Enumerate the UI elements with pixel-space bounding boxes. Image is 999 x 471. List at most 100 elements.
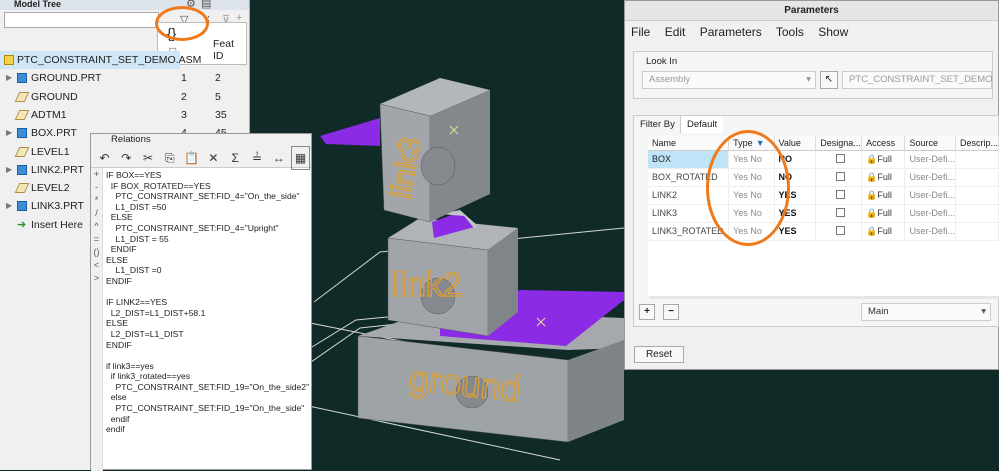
relations-editor[interactable]: IF BOX==YES IF BOX_ROTATED==YES PTC_CONS… bbox=[106, 170, 311, 435]
part-icon bbox=[17, 164, 27, 175]
column-header[interactable]: Descrip... bbox=[955, 136, 999, 151]
add-parameter-button[interactable]: + bbox=[639, 304, 655, 320]
access-cell[interactable]: 🔒Full bbox=[861, 186, 906, 205]
filter-value[interactable]: Default bbox=[680, 116, 724, 133]
div-op-icon[interactable]: / bbox=[91, 207, 102, 220]
eq-op-icon[interactable]: = bbox=[91, 233, 102, 246]
mult-op-icon[interactable]: * bbox=[91, 194, 102, 207]
plus-op-icon[interactable]: + bbox=[91, 168, 102, 181]
expand-arrow-icon[interactable]: ▶ bbox=[6, 161, 12, 179]
relations-title: Relations bbox=[91, 134, 311, 146]
access-cell[interactable]: 🔒Full bbox=[861, 204, 906, 223]
designate-checkbox[interactable] bbox=[836, 225, 846, 235]
look-in-dropdown[interactable]: Assembly ▾ bbox=[642, 71, 816, 89]
designate-cell[interactable] bbox=[815, 222, 863, 241]
tree-root-item[interactable]: PTC_CONSTRAINT_SET_DEMO.ASM bbox=[0, 51, 201, 69]
tree-item[interactable]: ADTM1 3 35 bbox=[0, 106, 250, 124]
select-pointer-icon[interactable]: ↖ bbox=[820, 71, 838, 89]
access-cell[interactable]: 🔒Full bbox=[861, 168, 906, 187]
part-icon bbox=[17, 201, 27, 212]
expand-arrow-icon[interactable]: ▶ bbox=[6, 69, 12, 87]
sort-icon[interactable]: ▦ bbox=[291, 146, 311, 170]
param-description[interactable] bbox=[955, 168, 999, 187]
tree-item-label: LINK2.PRT bbox=[31, 163, 84, 176]
column-header[interactable]: Value bbox=[774, 136, 817, 151]
column-header-label: Descrip... bbox=[959, 137, 998, 148]
table-body: BOX Yes No NO 🔒Full User-Defi... BOX_ROTATED Y… bbox=[648, 150, 999, 296]
access-cell[interactable]: 🔒Full bbox=[861, 222, 906, 241]
tree-item-label: GROUND.PRT bbox=[31, 72, 102, 85]
expand-arrow-icon[interactable]: ▶ bbox=[6, 124, 12, 142]
tree-search-input[interactable] bbox=[4, 12, 159, 28]
menu-tools[interactable]: Tools bbox=[776, 25, 804, 39]
dimension-icon[interactable]: ↔ bbox=[269, 147, 288, 169]
delete-icon[interactable]: ✕ bbox=[204, 147, 223, 169]
compare-op-icon[interactable]: < bbox=[91, 259, 102, 272]
undo-icon[interactable]: ↶ bbox=[95, 147, 114, 169]
designate-checkbox[interactable] bbox=[836, 207, 846, 217]
redo-icon[interactable]: ↷ bbox=[117, 147, 136, 169]
tree-item[interactable]: GROUND 2 5 bbox=[0, 88, 250, 106]
look-in-value: Assembly bbox=[649, 74, 691, 85]
verify-icon[interactable]: ≟ bbox=[247, 147, 266, 169]
tree-columns-icon[interactable]: ▤ bbox=[201, 0, 211, 10]
designate-cell[interactable] bbox=[815, 204, 863, 223]
paren-op-icon[interactable]: () bbox=[91, 246, 102, 259]
param-description[interactable] bbox=[955, 186, 999, 205]
menu-file[interactable]: File bbox=[631, 25, 650, 39]
chevron-down-icon: ▾ bbox=[981, 306, 986, 317]
evaluate-icon[interactable]: Σ bbox=[226, 147, 245, 169]
column-header-label: Name bbox=[652, 137, 677, 148]
access-cell[interactable]: 🔒Full bbox=[861, 150, 906, 169]
look-in-group: Look In Assembly ▾ ↖ PTC_CONSTRAINT_SET_… bbox=[633, 51, 993, 99]
remove-parameter-button[interactable]: − bbox=[663, 304, 679, 320]
gt-op-icon[interactable]: > bbox=[91, 272, 102, 285]
parameters-table: Name Type ▼ Value Designa... Access Source Desc… bbox=[648, 136, 999, 296]
tree-col-value: 3 bbox=[181, 108, 187, 121]
main-select[interactable]: Main ▾ bbox=[861, 303, 991, 321]
look-in-name-field[interactable]: PTC_CONSTRAINT_SET_DEMO bbox=[842, 71, 993, 89]
pow-op-icon[interactable]: ^ bbox=[91, 220, 102, 233]
param-source[interactable]: User-Defi... bbox=[904, 168, 956, 187]
cut-icon[interactable]: ✂ bbox=[139, 147, 158, 169]
param-source[interactable]: User-Defi... bbox=[904, 186, 956, 205]
part-icon bbox=[17, 73, 27, 84]
param-description[interactable] bbox=[955, 222, 999, 241]
table-row[interactable]: LINK3 Yes No YES 🔒Full User-Defi... bbox=[648, 204, 999, 223]
table-row[interactable]: LINK2 Yes No YES 🔒Full User-Defi... bbox=[648, 186, 999, 205]
copy-icon[interactable]: ⎘ bbox=[160, 147, 179, 169]
paste-icon[interactable]: 📋 bbox=[182, 147, 201, 169]
designate-checkbox[interactable] bbox=[836, 171, 846, 181]
column-header[interactable]: Access bbox=[861, 136, 906, 151]
tree-item[interactable]: ▶ GROUND.PRT 1 2 bbox=[0, 69, 250, 87]
menu-parameters[interactable]: Parameters bbox=[700, 25, 762, 39]
minus-op-icon[interactable]: - bbox=[91, 181, 102, 194]
column-header-label: Access bbox=[866, 137, 896, 148]
tree-col-value: 35 bbox=[215, 108, 227, 121]
designate-cell[interactable] bbox=[815, 186, 863, 205]
param-source[interactable]: User-Defi... bbox=[904, 204, 956, 223]
designate-checkbox[interactable] bbox=[836, 153, 846, 163]
table-row[interactable]: BOX Yes No NO 🔒Full User-Defi... bbox=[648, 150, 999, 169]
tree-col-value: 5 bbox=[215, 90, 221, 103]
table-header-row: Name Type ▼ Value Designa... Access Source Desc… bbox=[648, 136, 999, 151]
column-header[interactable]: Designa... bbox=[815, 136, 863, 151]
param-source[interactable]: User-Defi... bbox=[904, 222, 956, 241]
menu-show[interactable]: Show bbox=[818, 25, 848, 39]
reset-button[interactable]: Reset bbox=[634, 346, 684, 363]
table-row[interactable]: LINK3_ROTATED Yes No YES 🔒Full User-Defi... bbox=[648, 222, 999, 241]
param-description[interactable] bbox=[955, 204, 999, 223]
expand-arrow-icon[interactable]: ▶ bbox=[6, 197, 12, 215]
annotation-circle-type-column bbox=[706, 130, 790, 246]
param-description[interactable] bbox=[955, 150, 999, 169]
table-row[interactable]: BOX_ROTATED Yes No NO 🔒Full User-Defi... bbox=[648, 168, 999, 187]
designate-cell[interactable] bbox=[815, 168, 863, 187]
designate-cell[interactable] bbox=[815, 150, 863, 169]
assembly-icon bbox=[4, 55, 14, 65]
param-source[interactable]: User-Defi... bbox=[904, 150, 956, 169]
column-header[interactable]: Source bbox=[904, 136, 956, 151]
param-access: Full bbox=[877, 153, 892, 164]
designate-checkbox[interactable] bbox=[836, 189, 846, 199]
menu-edit[interactable]: Edit bbox=[665, 25, 686, 39]
column-header-label: Value bbox=[778, 137, 801, 148]
